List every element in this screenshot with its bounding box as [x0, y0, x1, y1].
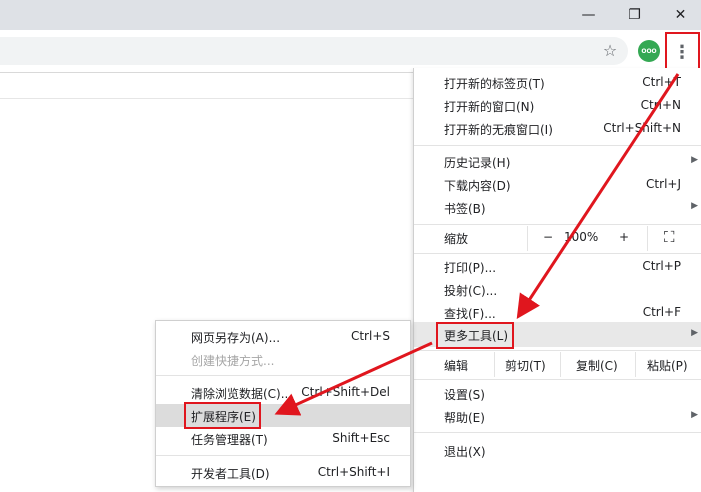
menu-item-shortcut: Ctrl+P — [642, 259, 681, 273]
submenu-item-shortcut: Shift+Esc — [332, 431, 390, 445]
zoom-level: 100% — [564, 230, 599, 244]
menu-item-label: 历史记录(H) — [444, 156, 511, 170]
address-bar[interactable] — [0, 37, 628, 65]
zoom-divider — [527, 226, 528, 251]
submenu-item-shortcut: Ctrl+Shift+Del — [301, 385, 390, 399]
restore-icon: ❐ — [628, 7, 641, 23]
minimize-button[interactable]: — — [566, 0, 611, 30]
menu-edit-row: 编辑 剪切(T) 复制(C) 粘贴(P) — [414, 352, 701, 377]
edit-divider — [635, 352, 636, 377]
menu-item-label: 打开新的窗口(N) — [444, 100, 535, 114]
submenu-item-label: 任务管理器(T) — [191, 433, 268, 447]
profile-icon: OOO — [641, 47, 657, 55]
menu-item-label: 查找(F)... — [444, 307, 496, 321]
zoom-divider — [647, 226, 648, 251]
submenu-separator — [156, 375, 410, 376]
menu-item-label: 退出(X) — [444, 445, 486, 459]
paste-button[interactable]: 粘贴(P) — [647, 357, 688, 374]
menu-item-label: 下载内容(D) — [444, 179, 511, 193]
menu-item-find[interactable]: 查找(F)... Ctrl+F — [414, 301, 701, 324]
submenu-item-label: 开发者工具(D) — [191, 467, 270, 481]
menu-item-print[interactable]: 打印(P)... Ctrl+P — [414, 255, 701, 278]
profile-avatar[interactable]: OOO — [638, 40, 660, 62]
submenu-arrow-icon: ▶ — [691, 201, 698, 211]
chrome-main-menu: 打开新的标签页(T) Ctrl+T 打开新的窗口(N) Ctrl+N 打开新的无… — [413, 68, 701, 492]
restore-button[interactable]: ❐ — [612, 0, 657, 30]
menu-item-help[interactable]: 帮助(E) ▶ — [414, 405, 701, 428]
submenu-item-save-page[interactable]: 网页另存为(A)... Ctrl+S — [156, 325, 410, 348]
menu-item-shortcut: Ctrl+Shift+N — [603, 121, 681, 135]
submenu-item-label: 创建快捷方式... — [191, 354, 275, 368]
menu-separator — [414, 224, 701, 225]
menu-item-history[interactable]: 历史记录(H) ▶ — [414, 150, 701, 173]
submenu-item-create-shortcut: 创建快捷方式... — [156, 348, 410, 371]
menu-separator — [414, 145, 701, 146]
edit-divider — [560, 352, 561, 377]
zoom-label: 缩放 — [444, 232, 469, 246]
menu-separator — [414, 432, 701, 433]
menu-item-bookmarks[interactable]: 书签(B) ▶ — [414, 196, 701, 219]
submenu-item-clear-data[interactable]: 清除浏览数据(C)... Ctrl+Shift+Del — [156, 381, 410, 404]
close-icon: ✕ — [674, 7, 687, 23]
zoom-in-button[interactable]: + — [619, 230, 629, 244]
submenu-item-label: 网页另存为(A)... — [191, 331, 281, 345]
cut-button[interactable]: 剪切(T) — [505, 357, 546, 374]
extensions-highlight — [184, 402, 261, 429]
menu-separator — [414, 253, 701, 254]
menu-item-new-tab[interactable]: 打开新的标签页(T) Ctrl+T — [414, 71, 701, 94]
submenu-item-dev-tools[interactable]: 开发者工具(D) Ctrl+Shift+I — [156, 461, 410, 484]
menu-separator — [414, 379, 701, 380]
close-button[interactable]: ✕ — [658, 0, 701, 30]
menu-separator — [414, 350, 701, 351]
menu-item-label: 打开新的无痕窗口(I) — [444, 123, 553, 137]
submenu-separator — [156, 455, 410, 456]
minimize-icon: — — [581, 7, 596, 23]
menu-item-downloads[interactable]: 下载内容(D) Ctrl+J — [414, 173, 701, 196]
edit-divider — [494, 352, 495, 377]
more-tools-highlight — [436, 322, 514, 349]
menu-item-label: 打开新的标签页(T) — [444, 77, 545, 91]
menu-item-shortcut: Ctrl+J — [646, 177, 681, 191]
menu-item-label: 帮助(E) — [444, 411, 485, 425]
menu-item-cast[interactable]: 投射(C)... — [414, 278, 701, 301]
toolbar: ☆ OOO ⋮ — [0, 30, 701, 73]
menu-item-label: 书签(B) — [444, 202, 486, 216]
zoom-out-button[interactable]: − — [543, 230, 553, 244]
submenu-arrow-icon: ▶ — [691, 155, 698, 165]
menu-item-label: 投射(C)... — [444, 284, 498, 298]
menu-item-settings[interactable]: 设置(S) — [414, 382, 701, 405]
menu-item-exit[interactable]: 退出(X) — [414, 439, 701, 462]
menu-item-new-window[interactable]: 打开新的窗口(N) Ctrl+N — [414, 94, 701, 117]
menu-button-highlight — [665, 32, 700, 70]
menu-item-label: 打印(P)... — [444, 261, 497, 275]
title-bar: — ❐ ✕ — [0, 0, 701, 30]
menu-zoom-row: 缩放 − 100% + ⛶ — [414, 226, 701, 251]
submenu-item-shortcut: Ctrl+S — [350, 329, 390, 343]
menu-item-incognito[interactable]: 打开新的无痕窗口(I) Ctrl+Shift+N — [414, 117, 701, 140]
menu-item-shortcut: Ctrl+T — [642, 75, 681, 89]
submenu-arrow-icon: ▶ — [691, 410, 698, 420]
submenu-item-task-manager[interactable]: 任务管理器(T) Shift+Esc — [156, 427, 410, 450]
submenu-item-label: 清除浏览数据(C)... — [191, 387, 293, 401]
menu-item-shortcut: Ctrl+N — [640, 98, 681, 112]
copy-button[interactable]: 复制(C) — [576, 357, 618, 374]
menu-item-shortcut: Ctrl+F — [642, 305, 681, 319]
edit-label: 编辑 — [444, 359, 469, 373]
fullscreen-icon[interactable]: ⛶ — [664, 228, 675, 246]
menu-item-label: 设置(S) — [444, 388, 485, 402]
submenu-arrow-icon: ▶ — [691, 328, 698, 338]
bookmark-star-icon[interactable]: ☆ — [600, 41, 620, 61]
submenu-item-shortcut: Ctrl+Shift+I — [317, 465, 390, 479]
